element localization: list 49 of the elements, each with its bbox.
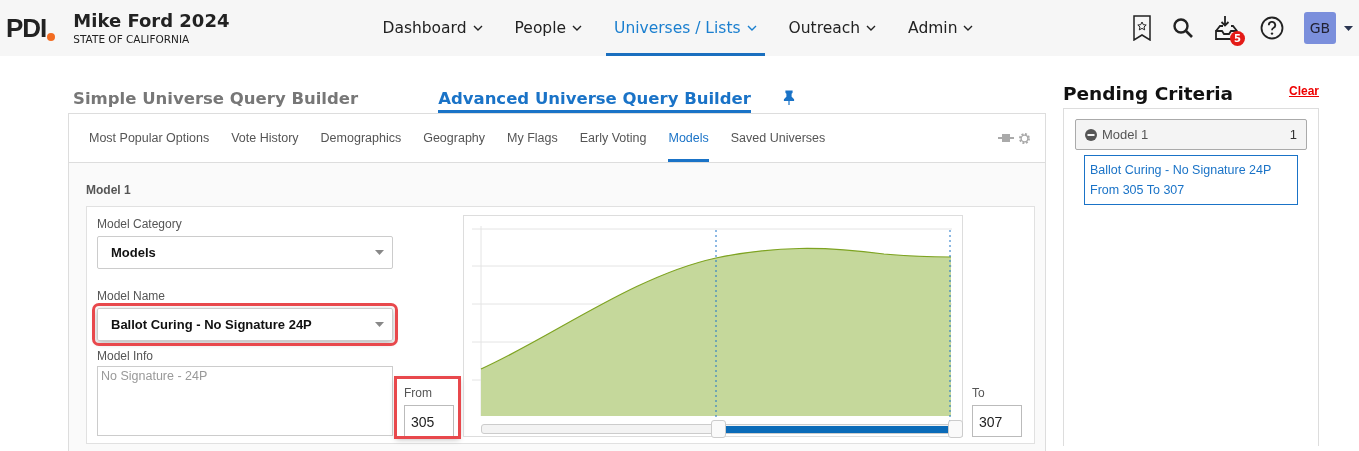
slider-handle[interactable] <box>710 420 726 438</box>
search-icon[interactable] <box>1172 17 1194 39</box>
section-title: Model 1 <box>86 183 132 197</box>
notification-badge: 5 <box>1230 31 1245 46</box>
category-tab[interactable]: Demographics <box>320 114 402 162</box>
category-tab[interactable]: Geography <box>423 114 486 162</box>
campaign-name: Mike Ford 2024 <box>73 10 230 32</box>
slider-handle[interactable] <box>947 420 963 438</box>
category-tab[interactable]: Saved Universes <box>730 114 826 162</box>
info-field[interactable]: No Signature - 24P <box>97 366 393 436</box>
help-icon[interactable] <box>1260 16 1284 40</box>
state-name: STATE OF CALIFORNIA <box>73 32 191 46</box>
nav-menu-item[interactable]: People <box>506 0 591 56</box>
remove-icon[interactable] <box>1085 128 1097 141</box>
chevron-icon <box>746 25 757 31</box>
category-tab[interactable]: Models <box>668 114 709 162</box>
chevron-icon <box>963 25 974 31</box>
criteria-group-header[interactable]: Model 1 1 <box>1075 119 1307 150</box>
from-input[interactable]: 305 <box>404 405 454 437</box>
nav-menu-item[interactable]: Dashboard <box>374 0 491 56</box>
field-label: To <box>972 386 986 400</box>
category-select[interactable]: Models <box>97 236 393 269</box>
chevron-icon <box>572 25 583 31</box>
chevron-icon <box>866 25 877 31</box>
nav-menu-item[interactable]: Outreach <box>780 0 885 56</box>
caret-icon[interactable] <box>1344 25 1353 31</box>
category-tab[interactable]: Early Voting <box>579 114 647 162</box>
field-label: From <box>404 386 433 400</box>
bookmark-star-icon[interactable] <box>1132 15 1152 41</box>
caret-icon <box>375 322 384 327</box>
field-label: Model Info <box>97 349 155 363</box>
to-input[interactable]: 307 <box>972 405 1022 437</box>
nav-menu-item[interactable]: Universes / Lists <box>606 0 765 56</box>
pin-icon[interactable] <box>782 90 795 105</box>
category-tab[interactable]: Most Popular Options <box>89 114 210 162</box>
category-tab[interactable]: Vote History <box>231 114 299 162</box>
clear-link[interactable]: Clear <box>1288 84 1319 98</box>
field-label: Model Name <box>97 289 167 303</box>
chevron-icon <box>472 25 483 31</box>
caret-icon <box>375 250 384 255</box>
nav-menu-item[interactable]: Admin <box>900 0 982 56</box>
category-tab[interactable]: My Flags <box>507 114 558 162</box>
panel-title: Pending Criteria <box>1063 83 1234 104</box>
field-label: Model Category <box>97 217 183 231</box>
criteria-item[interactable]: Ballot Curing - No Signature 24P From 305 To 307 <box>1084 155 1298 205</box>
builder-tab[interactable]: Simple Universe Query Builder <box>73 89 359 113</box>
download-inbox-icon[interactable] <box>1214 15 1240 41</box>
logo[interactable]: PDI <box>6 12 56 44</box>
user-avatar[interactable]: GB <box>1304 12 1336 44</box>
